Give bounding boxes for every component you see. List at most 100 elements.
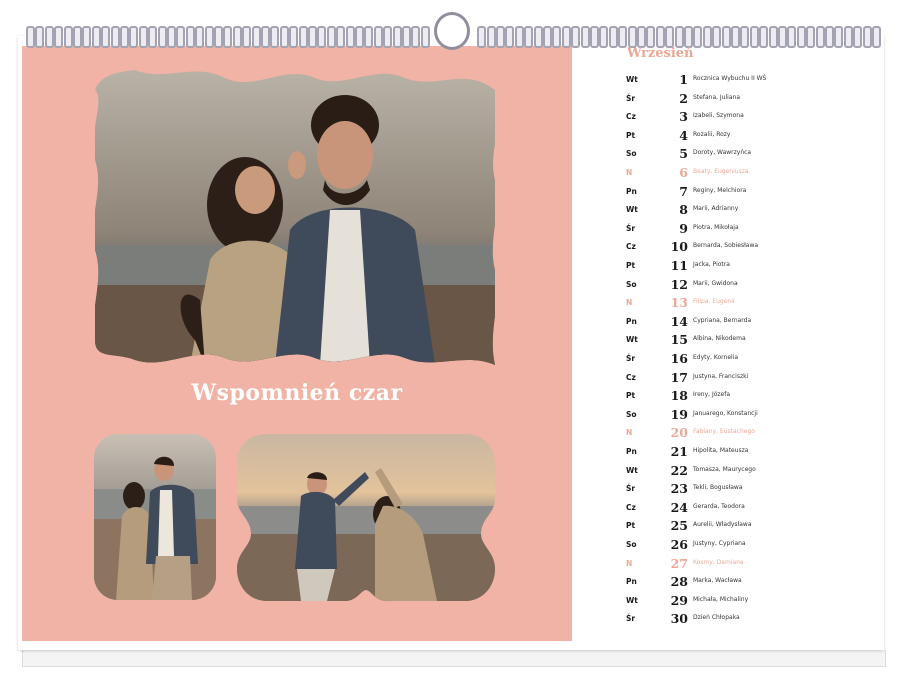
hanger-hook <box>434 12 470 50</box>
day-row: Wt 22 Tomasza, Maurycego <box>622 463 872 481</box>
name-day: Stefana, Juliana <box>693 93 740 101</box>
spiral-coil <box>843 26 853 48</box>
day-number: 29 <box>670 592 688 608</box>
spiral-coil <box>731 26 740 48</box>
day-row: Wt 15 Albina, Nikodema <box>622 332 872 350</box>
spiral-coil <box>796 26 806 48</box>
day-row: So 19 Januarego, Konstancji <box>622 407 872 425</box>
spiral-coil <box>383 26 393 48</box>
day-of-week: So <box>626 540 637 549</box>
spiral-coil <box>759 26 769 48</box>
spiral-coil <box>26 26 35 48</box>
spiral-coil <box>232 26 242 48</box>
day-row: Śr 30 Dzień Chłopaka <box>622 611 872 629</box>
spiral-coil <box>496 26 505 48</box>
cover-title: Wspomnień czar <box>191 380 403 406</box>
day-number: 27 <box>670 555 688 571</box>
name-day: Justyna, Franciszki <box>693 372 749 380</box>
day-number: 26 <box>670 537 688 552</box>
spiral-coil <box>806 26 816 48</box>
spiral-coil <box>270 26 280 48</box>
couple-dancing-photo <box>237 434 495 601</box>
day-row: Śr 2 Stefana, Juliana <box>622 91 872 109</box>
spiral-coil <box>63 26 73 48</box>
spiral-coil <box>674 26 684 48</box>
spiral-coil <box>702 26 712 48</box>
day-of-week: Pt <box>626 130 636 140</box>
day-number: 10 <box>670 239 688 255</box>
day-of-week: Cz <box>626 372 636 382</box>
day-row: Pn 28 Marka, Wacława <box>622 574 872 592</box>
day-row: Pt 4 Rozalii, Rozy <box>622 128 872 146</box>
day-of-week: Śr <box>626 614 636 624</box>
name-day: Beaty, Eugeniusza <box>693 168 749 175</box>
day-number: 24 <box>670 499 688 515</box>
spiral-coil <box>195 26 205 48</box>
day-row: N 20 Fabiany, Eustachego <box>622 425 872 443</box>
spiral-coil <box>740 26 750 48</box>
spiral-coil <box>402 26 411 48</box>
spiral-coil <box>185 26 195 48</box>
spiral-coil <box>279 26 289 48</box>
spiral-coil <box>345 26 355 48</box>
spiral-coil <box>298 26 308 48</box>
day-of-week: Pn <box>626 577 637 587</box>
day-number: 18 <box>670 388 688 404</box>
name-day: Kosmy, Damiana <box>693 558 744 566</box>
day-number: 1 <box>679 72 688 87</box>
day-of-week: Pn <box>626 186 637 196</box>
spiral-coil <box>853 26 863 48</box>
spiral-coil <box>768 26 778 48</box>
day-of-week: So <box>626 149 637 159</box>
day-number: 5 <box>679 146 688 162</box>
name-day: Hipolita, Mateusza <box>693 447 749 454</box>
page-stack-edge <box>22 660 886 667</box>
day-of-week: Cz <box>626 242 636 252</box>
day-number: 13 <box>670 295 688 311</box>
day-row: Wt 1 Rocznica Wybuchu II WŚ <box>622 72 872 90</box>
day-of-week: Pt <box>626 521 636 531</box>
main-couple-photo <box>95 70 495 365</box>
spiral-coil <box>815 26 825 48</box>
name-day: Bernarda, Sobiesława <box>693 242 759 250</box>
spiral-coil <box>571 26 581 48</box>
spiral-coil <box>251 26 261 48</box>
day-of-week: Śr <box>626 93 636 103</box>
spiral-coil <box>637 26 646 48</box>
day-row: Cz 17 Justyna, Franciszki <box>622 370 872 388</box>
spiral-coil <box>336 26 346 48</box>
spiral-coil <box>317 26 327 48</box>
spiral-coil <box>35 26 45 48</box>
name-day: Marka, Wacława <box>693 577 742 585</box>
spiral-coil <box>872 26 881 48</box>
spiral-coil <box>580 26 590 48</box>
spiral-coil <box>514 26 524 48</box>
day-of-week: N <box>626 168 633 177</box>
name-day: Januarego, Konstancji <box>693 409 758 417</box>
name-day: Rozalii, Rozy <box>693 130 731 138</box>
spiral-coil <box>486 26 496 48</box>
spiral-coil <box>693 26 703 48</box>
spiral-coil <box>477 26 487 48</box>
day-number: 22 <box>670 462 688 478</box>
day-of-week: So <box>626 279 637 289</box>
spiral-coil <box>533 26 543 48</box>
day-number: 9 <box>679 220 688 236</box>
day-of-week: Wt <box>626 335 638 345</box>
day-of-week: N <box>626 428 633 438</box>
day-row: Cz 24 Gerarda, Teodora <box>622 500 872 518</box>
day-row: Pn 14 Cypriana, Bernarda <box>622 314 872 332</box>
day-of-week: Śr <box>626 484 636 494</box>
name-day: Dzień Chłopaka <box>693 614 740 622</box>
spiral-coil <box>420 26 430 48</box>
spiral-coil <box>157 26 167 48</box>
name-day: Marii, Adrianny <box>693 205 739 213</box>
spiral-coil <box>787 26 797 48</box>
day-of-week: Cz <box>626 502 636 512</box>
name-day: Piotra, Mikołaja <box>693 223 739 231</box>
name-day: Filipa, Eugenii <box>693 298 735 306</box>
day-of-week: Wt <box>626 595 638 605</box>
name-day: Reginy, Melchiora <box>693 186 747 194</box>
day-number: 16 <box>670 351 688 366</box>
spiral-coil <box>646 26 656 48</box>
